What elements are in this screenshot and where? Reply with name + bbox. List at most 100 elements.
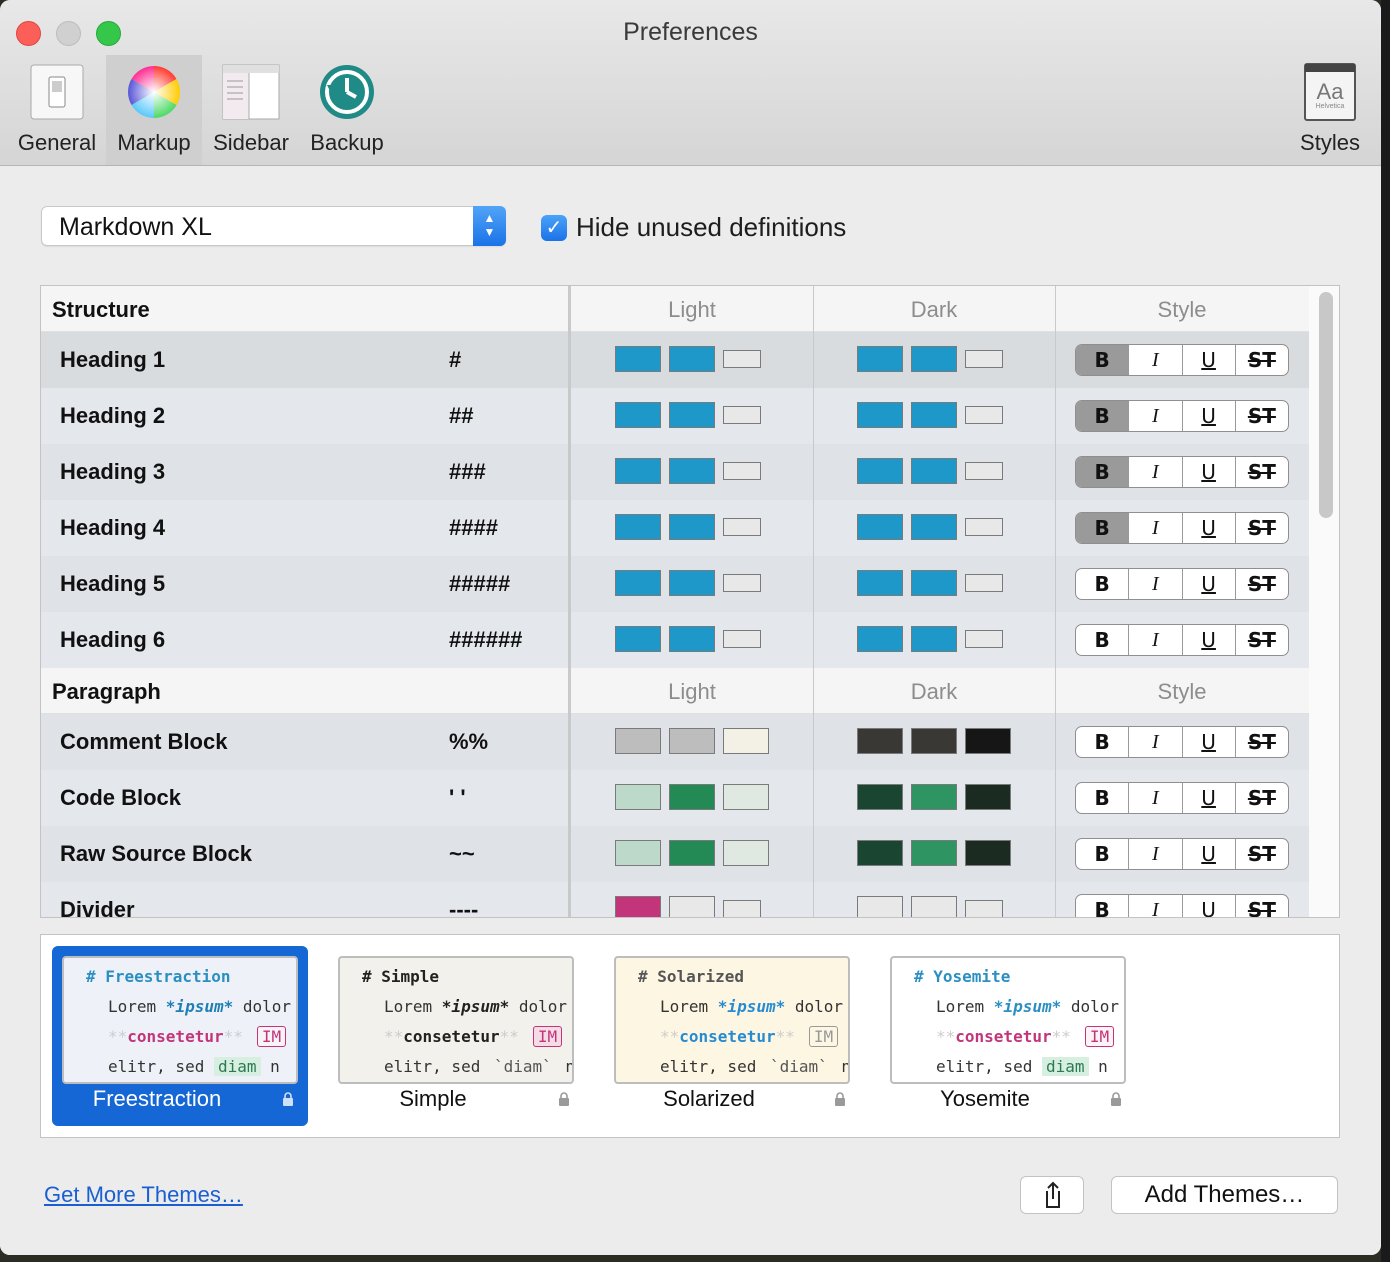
scrollbar-track[interactable] xyxy=(1307,286,1339,917)
definition-row[interactable]: Heading 2 ## B I U ST xyxy=(41,388,1309,444)
bold-toggle[interactable]: B xyxy=(1076,457,1130,487)
dark-color-swatch[interactable] xyxy=(857,346,903,372)
italic-toggle[interactable]: I xyxy=(1129,783,1183,813)
light-color-swatch[interactable] xyxy=(669,784,715,810)
definition-row[interactable]: Comment Block%% B I U ST xyxy=(41,714,1309,770)
dark-color-swatch[interactable] xyxy=(911,626,957,652)
light-color-swatch[interactable] xyxy=(669,840,715,866)
strikethrough-toggle[interactable]: ST xyxy=(1236,839,1288,869)
dark-color-swatch[interactable] xyxy=(965,728,1011,754)
dark-color-swatch[interactable] xyxy=(911,840,957,866)
italic-toggle[interactable]: I xyxy=(1129,839,1183,869)
dark-color-swatch[interactable] xyxy=(911,402,957,428)
dark-color-swatch[interactable] xyxy=(857,458,903,484)
hide-unused-checkbox[interactable]: ✓ xyxy=(541,215,567,241)
light-color-swatch[interactable] xyxy=(615,514,661,540)
italic-toggle[interactable]: I xyxy=(1129,345,1183,375)
add-themes-button[interactable]: Add Themes… xyxy=(1111,1176,1338,1214)
hide-unused-label[interactable]: Hide unused definitions xyxy=(576,212,846,243)
toolbar-backup[interactable]: Backup xyxy=(300,55,394,165)
light-color-swatch[interactable] xyxy=(669,626,715,652)
light-color-swatch[interactable] xyxy=(669,728,715,754)
underline-toggle[interactable]: U xyxy=(1183,569,1236,599)
dark-color-swatch[interactable] xyxy=(965,462,1003,480)
dark-color-swatch[interactable] xyxy=(911,784,957,810)
bold-toggle[interactable]: B xyxy=(1076,895,1130,917)
theme-yosemite[interactable]: # Yosemite Lorem *ipsum* dolor **consetetu… xyxy=(880,946,1136,1126)
bold-toggle[interactable]: B xyxy=(1076,727,1130,757)
light-color-swatch[interactable] xyxy=(723,840,769,866)
theme-freestraction[interactable]: # Freestraction Lorem *ipsum* dolor **cons… xyxy=(52,946,308,1126)
italic-toggle[interactable]: I xyxy=(1129,401,1183,431)
definition-row[interactable]: Code Block ' ' B I U ST xyxy=(41,770,1309,826)
definition-row[interactable]: Heading 1 # B I U ST xyxy=(41,332,1309,388)
definition-row[interactable]: Heading 3 ### B I U ST xyxy=(41,444,1309,500)
dark-color-swatch[interactable] xyxy=(857,840,903,866)
strikethrough-toggle[interactable]: ST xyxy=(1236,727,1288,757)
light-color-swatch[interactable] xyxy=(669,402,715,428)
light-color-swatch[interactable] xyxy=(723,784,769,810)
dark-color-swatch[interactable] xyxy=(911,728,957,754)
toolbar-general[interactable]: General xyxy=(10,55,104,165)
strikethrough-toggle[interactable]: ST xyxy=(1236,345,1288,375)
definition-row[interactable]: Heading 4 #### B I U ST xyxy=(41,500,1309,556)
italic-toggle[interactable]: I xyxy=(1129,457,1183,487)
light-color-swatch[interactable] xyxy=(669,458,715,484)
light-color-swatch[interactable] xyxy=(723,574,761,592)
definition-row[interactable]: Raw Source Block ~~ B I U ST xyxy=(41,826,1309,882)
italic-toggle[interactable]: I xyxy=(1129,625,1183,655)
theme-solarized[interactable]: # Solarized Lorem *ipsum* dolor **consetet… xyxy=(604,946,860,1126)
light-color-swatch[interactable] xyxy=(669,514,715,540)
dark-color-swatch[interactable] xyxy=(857,896,903,917)
italic-toggle[interactable]: I xyxy=(1129,569,1183,599)
bold-toggle[interactable]: B xyxy=(1076,513,1130,543)
light-color-swatch[interactable] xyxy=(615,346,661,372)
dark-color-swatch[interactable] xyxy=(911,896,957,917)
italic-toggle[interactable]: I xyxy=(1129,895,1183,917)
definition-row[interactable]: Heading 6 ###### B I U ST xyxy=(41,612,1309,668)
dark-color-swatch[interactable] xyxy=(965,574,1003,592)
light-color-swatch[interactable] xyxy=(615,840,661,866)
bold-toggle[interactable]: B xyxy=(1076,569,1130,599)
toolbar-styles[interactable]: Aa Helvetica Styles xyxy=(1290,55,1370,165)
bold-toggle[interactable]: B xyxy=(1076,839,1130,869)
light-color-swatch[interactable] xyxy=(615,402,661,428)
bold-toggle[interactable]: B xyxy=(1076,401,1130,431)
dark-color-swatch[interactable] xyxy=(857,514,903,540)
strikethrough-toggle[interactable]: ST xyxy=(1236,625,1288,655)
dark-color-swatch[interactable] xyxy=(965,900,1003,917)
syntax-select[interactable]: Markdown XL ▲ ▼ xyxy=(41,206,506,246)
italic-toggle[interactable]: I xyxy=(1129,513,1183,543)
underline-toggle[interactable]: U xyxy=(1183,895,1236,917)
light-color-swatch[interactable] xyxy=(723,630,761,648)
strikethrough-toggle[interactable]: ST xyxy=(1236,569,1288,599)
light-color-swatch[interactable] xyxy=(723,406,761,424)
strikethrough-toggle[interactable]: ST xyxy=(1236,895,1288,917)
dark-color-swatch[interactable] xyxy=(857,728,903,754)
light-color-swatch[interactable] xyxy=(723,518,761,536)
bold-toggle[interactable]: B xyxy=(1076,345,1130,375)
light-color-swatch[interactable] xyxy=(615,896,661,917)
dark-color-swatch[interactable] xyxy=(911,514,957,540)
underline-toggle[interactable]: U xyxy=(1183,783,1236,813)
dark-color-swatch[interactable] xyxy=(857,626,903,652)
dark-color-swatch[interactable] xyxy=(857,402,903,428)
light-color-swatch[interactable] xyxy=(723,728,769,754)
scrollbar-thumb[interactable] xyxy=(1319,292,1333,518)
bold-toggle[interactable]: B xyxy=(1076,783,1130,813)
light-color-swatch[interactable] xyxy=(615,570,661,596)
underline-toggle[interactable]: U xyxy=(1183,727,1236,757)
underline-toggle[interactable]: U xyxy=(1183,345,1236,375)
light-color-swatch[interactable] xyxy=(723,350,761,368)
dark-color-swatch[interactable] xyxy=(911,346,957,372)
share-button[interactable] xyxy=(1020,1176,1084,1214)
strikethrough-toggle[interactable]: ST xyxy=(1236,401,1288,431)
theme-simple[interactable]: # Simple Lorem *ipsum* dolor **consetetur*… xyxy=(328,946,584,1126)
dark-color-swatch[interactable] xyxy=(857,784,903,810)
light-color-swatch[interactable] xyxy=(669,570,715,596)
dark-color-swatch[interactable] xyxy=(965,518,1003,536)
toolbar-markup[interactable]: Markup xyxy=(106,55,202,165)
light-color-swatch[interactable] xyxy=(615,626,661,652)
dark-color-swatch[interactable] xyxy=(965,406,1003,424)
light-color-swatch[interactable] xyxy=(723,900,761,917)
